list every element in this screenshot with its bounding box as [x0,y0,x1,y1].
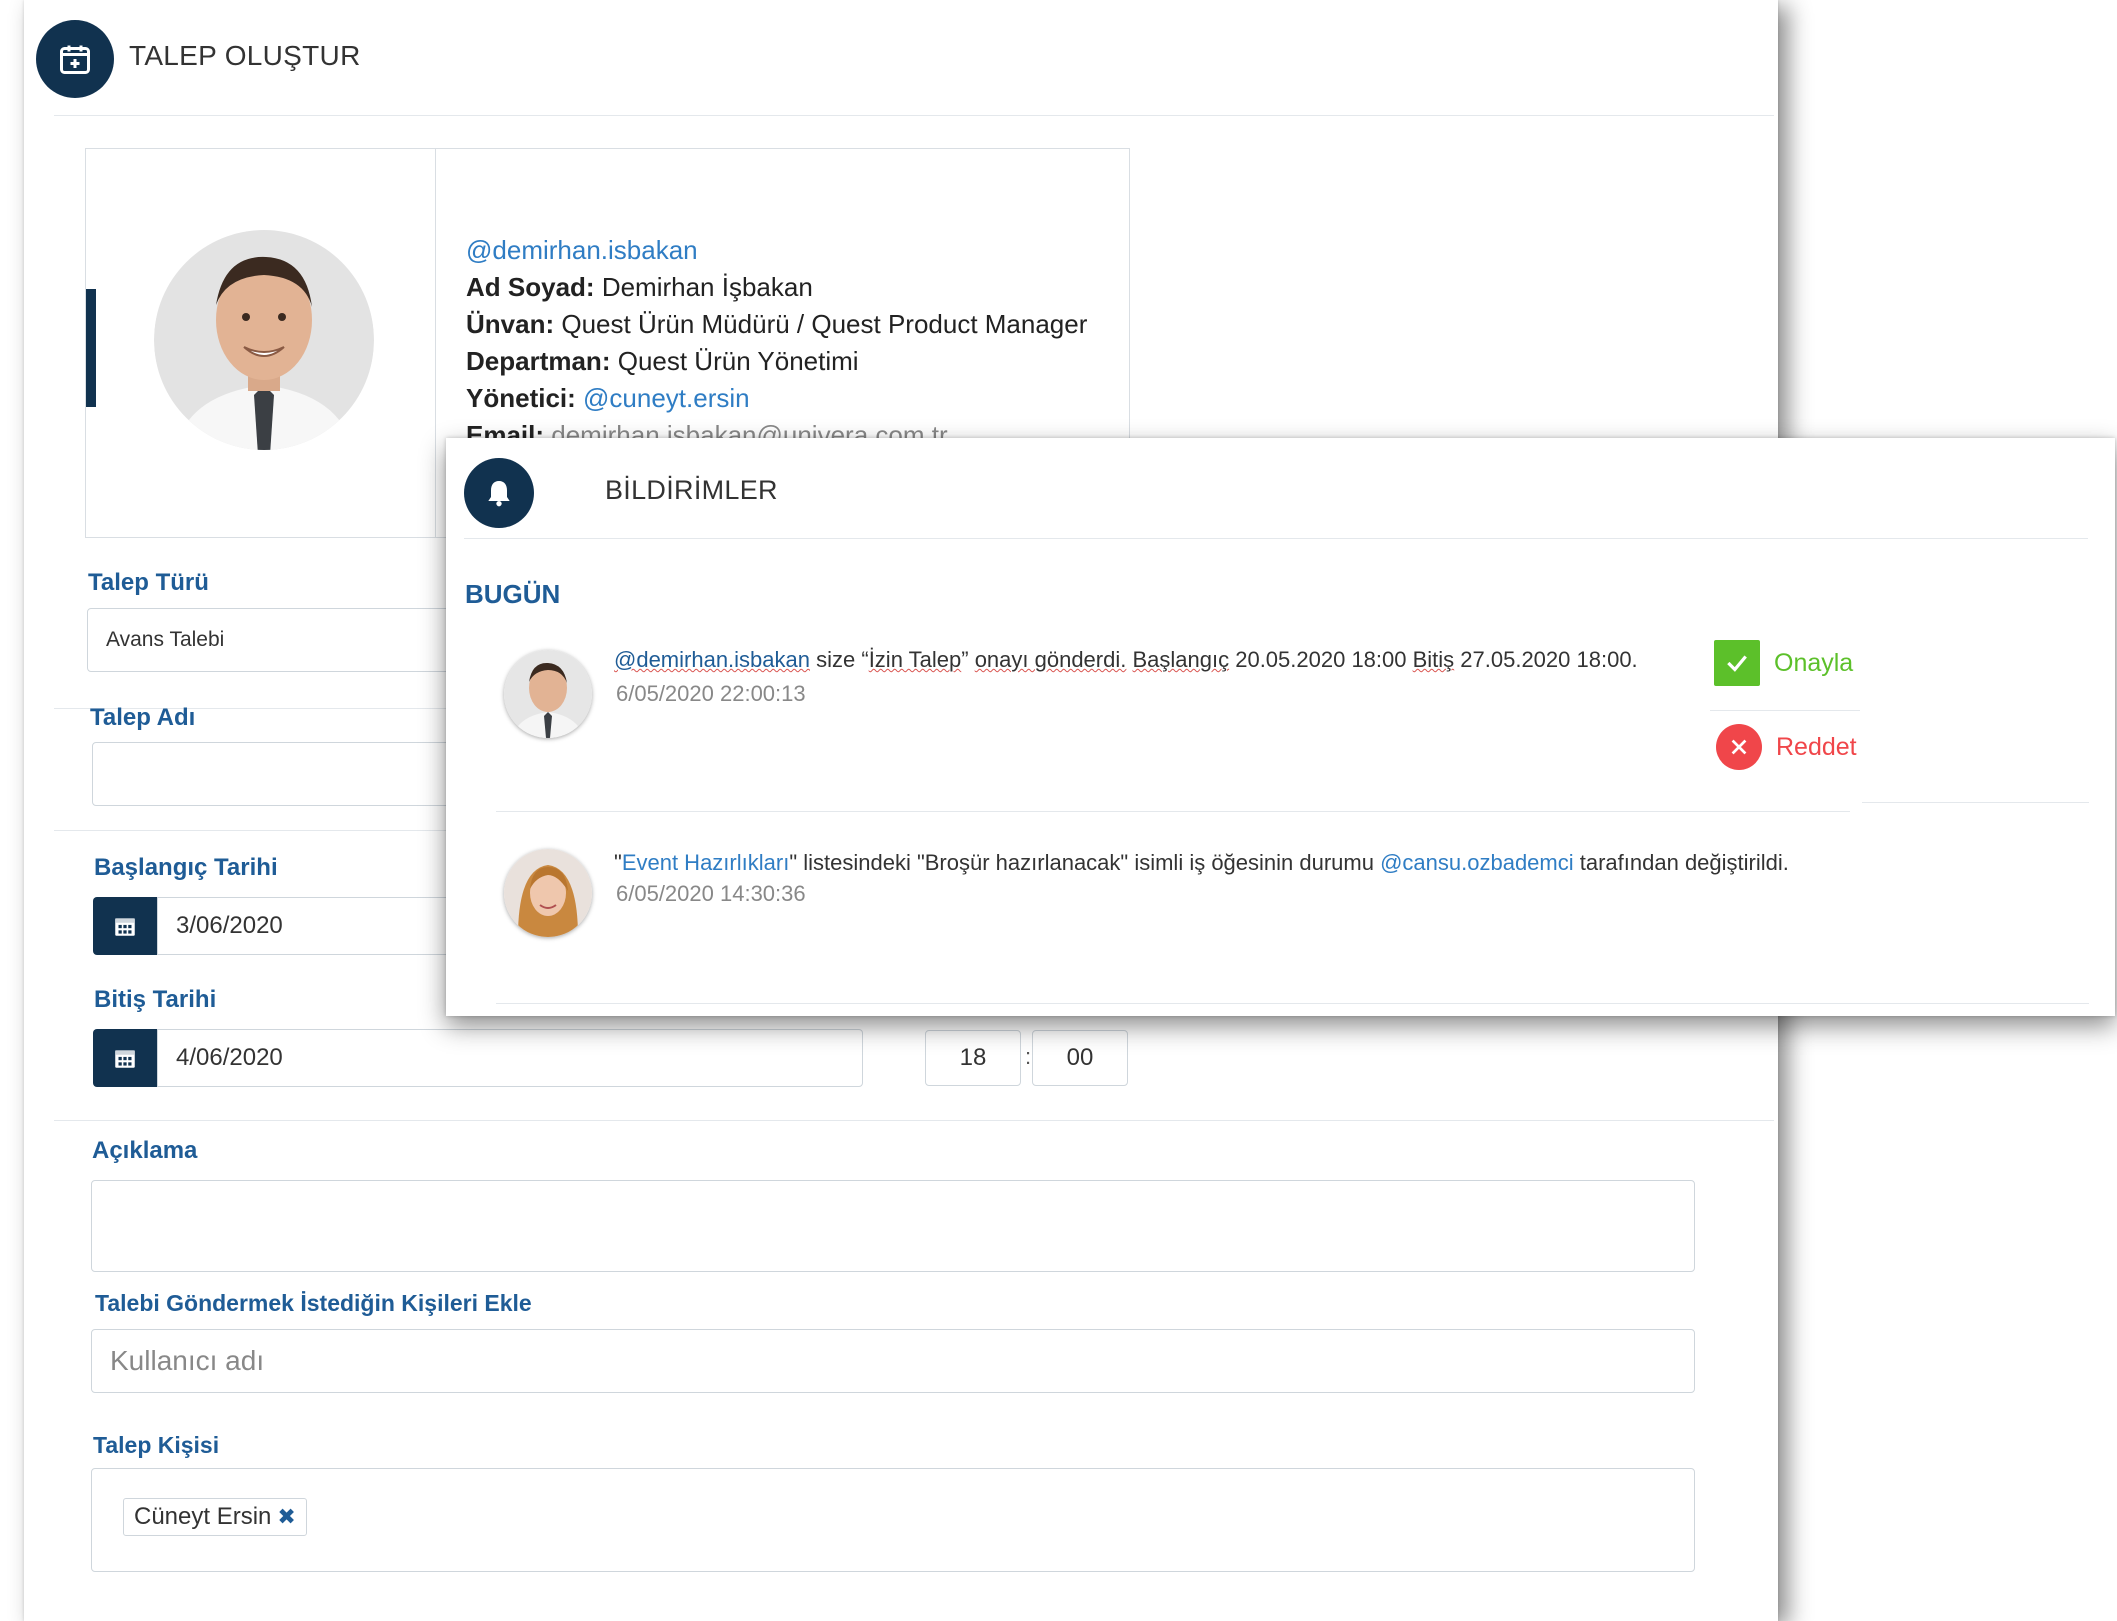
approve-button[interactable]: Onayla [1714,640,1853,686]
request-type-label: Talep Türü [88,569,209,596]
end-minute-input[interactable]: 00 [1032,1030,1128,1086]
divider [54,1120,1774,1121]
reject-label: Reddet [1776,732,1857,761]
request-name-label: Talep Adı [90,704,196,731]
list-link[interactable]: Event Hazırlıkları [622,850,790,875]
description-textarea[interactable] [91,1180,1695,1272]
person-chip: Cüneyt Ersin ✖ [123,1498,307,1536]
username-placeholder: Kullanıcı adı [110,1345,265,1376]
end-date-input[interactable]: 4/06/2020 [157,1029,863,1087]
user-link[interactable]: @demirhan.isbakan [614,647,810,672]
notification-time: 6/05/2020 14:30:36 [616,881,806,906]
action-divider [1710,710,1860,711]
calendar-icon[interactable] [93,897,157,955]
start-date-label: Başlangıç Tarihi [94,854,278,881]
profile-manager: Yönetici: @cuneyt.ersin [466,383,750,413]
bell-icon [464,458,534,528]
close-icon [1716,724,1762,770]
add-people-label: Talebi Göndermek İstediğin Kişileri Ekle [95,1290,532,1316]
time-separator: : [1025,1044,1032,1069]
avatar [504,849,592,937]
avatar [504,650,592,738]
reject-button[interactable]: Reddet [1716,724,1857,770]
profile-username[interactable]: @demirhan.isbakan [466,235,698,266]
page-title: TALEP OLUŞTUR [129,40,361,71]
section-today: BUGÜN [465,579,561,609]
approve-label: Onayla [1774,648,1854,677]
end-hour-input[interactable]: 18 [925,1030,1021,1086]
username-input[interactable]: Kullanıcı adı [91,1329,1695,1393]
notifications-panel: BİLDİRİMLER BUGÜN @demirhan.isbakan size… [446,438,2115,1016]
calendar-icon[interactable] [93,1029,157,1087]
calendar-plus-icon [36,20,114,98]
request-person-field[interactable] [91,1468,1695,1572]
check-icon [1714,640,1760,686]
user-link[interactable]: @cansu.ozbademci [1380,850,1574,875]
profile-name: Ad Soyad: Demirhan İşbakan [466,272,813,302]
avatar [154,225,374,455]
description-label: Açıklama [92,1137,198,1164]
notification-time: 6/05/2020 22:00:13 [616,681,806,706]
notifications-title: BİLDİRİMLER [605,475,778,505]
profile-accent-bar [86,289,96,407]
request-person-label: Talep Kişisi [93,1432,220,1458]
profile-department: Departman: Quest Ürün Yönetimi [466,346,859,376]
header-divider [464,538,2088,539]
profile-title: Ünvan: Quest Ürün Müdürü / Quest Product… [466,309,1088,339]
manager-link[interactable]: @cuneyt.ersin [583,383,750,413]
chip-label: Cüneyt Ersin [134,1503,272,1530]
profile-photo-divider [435,149,436,537]
header-divider [54,115,1774,116]
item-divider [1862,802,2089,803]
notification-text: "Event Hazırlıkları" listesindeki "Broşü… [614,850,1789,875]
end-date-label: Bitiş Tarihi [94,986,217,1013]
footer-divider [496,1003,2089,1004]
notification-text: @demirhan.isbakan size “İzin Talep” onay… [614,647,1638,672]
remove-icon[interactable]: ✖ [277,1504,295,1530]
item-divider [496,811,1850,812]
